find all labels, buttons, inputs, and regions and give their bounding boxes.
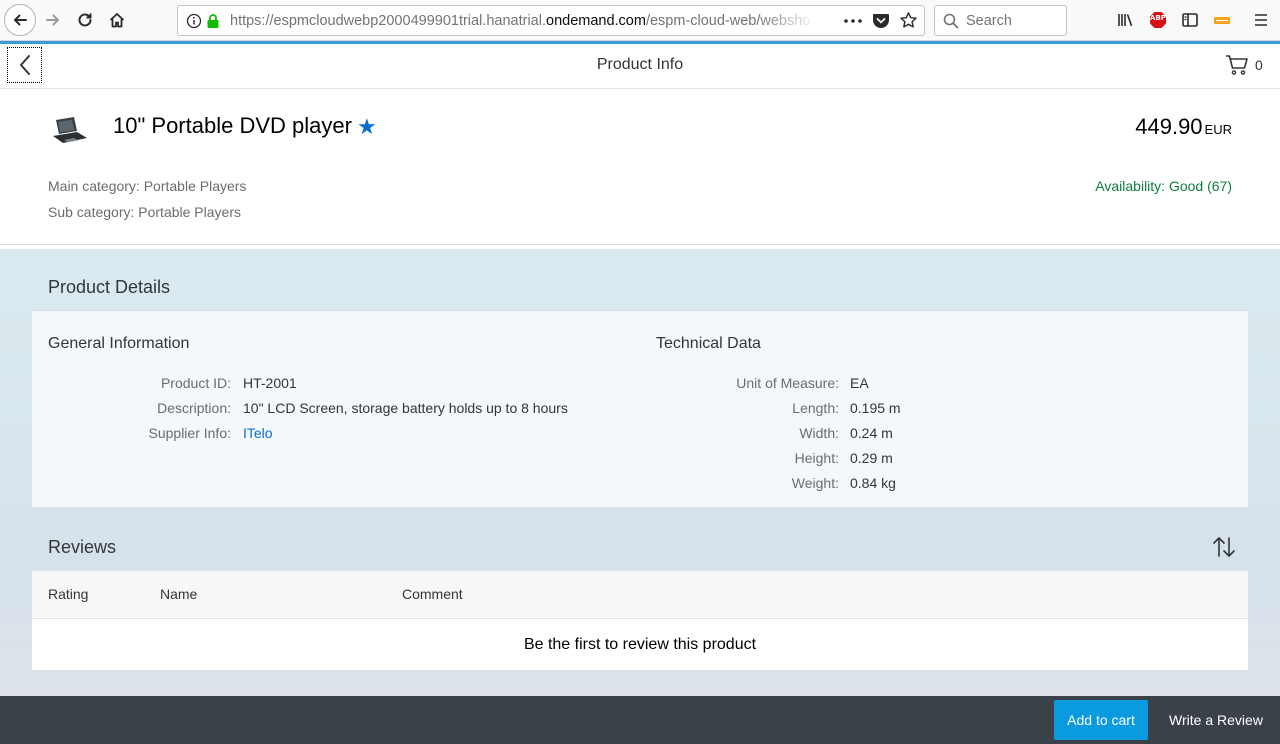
- url-prefix: https://espmcloudwebp2000499901trial.han…: [230, 13, 546, 29]
- product-header: 10" Portable DVD player ★ 449.90 EUR Main…: [0, 90, 1280, 245]
- favorite-star-icon[interactable]: ★: [357, 116, 377, 138]
- product-details-panel: General Information Product ID: HT-2001 …: [32, 310, 1248, 507]
- info-icon: [186, 13, 202, 29]
- browser-toolbar: https://espmcloudwebp2000499901trial.han…: [0, 0, 1280, 41]
- reviews-title: Reviews: [48, 537, 117, 557]
- cart-count: 0: [1255, 57, 1263, 73]
- product-name: 10" Portable DVD player: [113, 113, 352, 138]
- technical-data-title: Technical Data: [656, 335, 761, 352]
- weight-label: Weight:: [791, 475, 839, 491]
- column-header-name: Name: [160, 586, 198, 602]
- search-placeholder: Search: [966, 13, 1012, 29]
- product-id-value: HT-2001: [243, 375, 297, 391]
- url-host: ondemand.com: [546, 13, 646, 29]
- url-bar[interactable]: https://espmcloudwebp2000499901trial.han…: [177, 5, 925, 36]
- product-price: 449.90 EUR: [1135, 114, 1232, 140]
- sub-category: Sub category: Portable Players: [48, 204, 241, 220]
- price-value: 449.90: [1135, 114, 1203, 139]
- browser-reload-button[interactable]: [70, 5, 100, 35]
- library-button[interactable]: [1111, 5, 1141, 35]
- arrow-right-icon: [46, 14, 59, 26]
- content-area: Product Details General Information Prod…: [0, 249, 1280, 696]
- page-actions-icon[interactable]: [844, 19, 862, 23]
- hamburger-menu-icon: [1255, 14, 1267, 26]
- url-text: https://espmcloudwebp2000499901trial.han…: [230, 13, 810, 29]
- pocket-icon[interactable]: [872, 12, 890, 29]
- sort-icon[interactable]: [1210, 533, 1238, 561]
- no-reviews-message: Be the first to review this product: [523, 636, 757, 653]
- reviews-table-header: Rating Name Comment: [32, 570, 1248, 619]
- width-value: 0.24 m: [850, 425, 893, 441]
- menu-button[interactable]: [1246, 5, 1276, 35]
- adblock-button[interactable]: ABP: [1143, 5, 1173, 35]
- sidebar-icon: [1182, 13, 1198, 27]
- supplier-info-label: Supplier Info:: [148, 425, 232, 441]
- length-value: 0.195 m: [850, 400, 901, 416]
- weight-value: 0.84 kg: [850, 475, 896, 491]
- shopping-cart-icon[interactable]: [1225, 54, 1249, 76]
- column-header-rating: Rating: [48, 586, 89, 602]
- write-review-button[interactable]: Write a Review: [1160, 700, 1272, 740]
- column-header-comment: Comment: [402, 586, 463, 602]
- reload-icon: [78, 13, 92, 27]
- product-details-title: Product Details: [48, 277, 171, 297]
- length-label: Length:: [792, 400, 839, 416]
- availability-status: Availability: Good (67): [1095, 178, 1232, 194]
- product-thumbnail: [53, 117, 87, 143]
- description-value: 10" LCD Screen, storage battery holds up…: [243, 400, 568, 416]
- library-icon: [1118, 14, 1133, 27]
- supplier-link[interactable]: ITelo: [243, 425, 273, 441]
- width-label: Width:: [799, 425, 839, 441]
- height-value: 0.29 m: [850, 450, 893, 466]
- browser-home-button[interactable]: [102, 5, 132, 35]
- extension-button[interactable]: [1207, 5, 1237, 35]
- sidebar-button[interactable]: [1175, 5, 1205, 35]
- extension-icon: [1214, 17, 1230, 24]
- add-to-cart-button[interactable]: Add to cart: [1054, 700, 1148, 740]
- arrow-left-icon: [14, 14, 27, 26]
- page-title: Product Info: [596, 56, 684, 73]
- browser-search-field[interactable]: Search: [934, 5, 1067, 36]
- reviews-table: Rating Name Comment Be the first to revi…: [32, 570, 1248, 670]
- unit-of-measure-label: Unit of Measure:: [736, 375, 839, 391]
- search-icon: [943, 13, 959, 29]
- product-id-label: Product ID:: [160, 375, 231, 391]
- main-category: Main category: Portable Players: [48, 178, 247, 194]
- unit-of-measure-value: EA: [850, 375, 869, 391]
- browser-back-button[interactable]: [4, 4, 36, 36]
- home-icon: [109, 13, 125, 28]
- app-header: Product Info 0: [0, 44, 1280, 89]
- general-information-title: General Information: [48, 335, 190, 352]
- browser-forward-button[interactable]: [38, 5, 68, 35]
- lock-icon: [207, 14, 219, 28]
- description-label: Description:: [157, 400, 231, 416]
- footer-toolbar: Add to cart Write a Review: [0, 696, 1280, 744]
- adblock-badge-text: ABP: [1150, 14, 1166, 22]
- url-fade: [758, 8, 818, 34]
- bookmark-star-icon[interactable]: [899, 11, 918, 30]
- price-currency: EUR: [1204, 122, 1232, 137]
- height-label: Height:: [794, 450, 839, 466]
